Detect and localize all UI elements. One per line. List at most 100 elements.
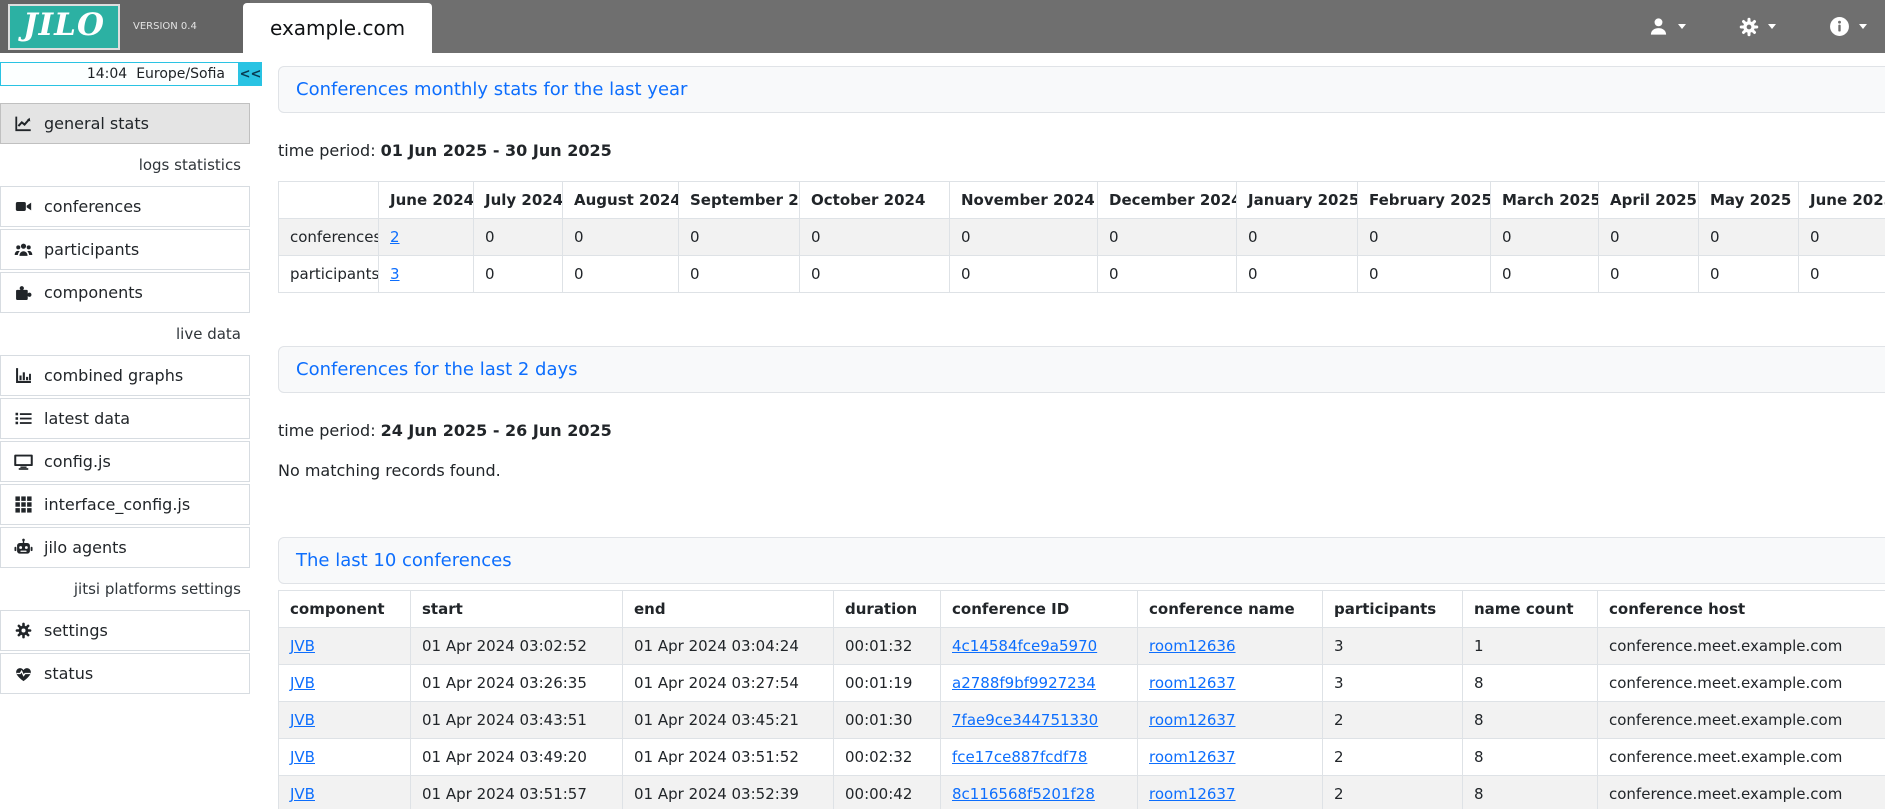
last-conferences-table: componentstartenddurationconference IDco… [278,590,1885,809]
sidebar-item-label: general stats [44,114,149,133]
link-jvb[interactable]: JVB [290,637,315,655]
cell-duration: 00:01:32 [834,628,941,665]
cell-row-label: participants [279,256,379,293]
sidebar-item-settings[interactable]: settings [0,610,250,651]
table-row: participants3000000000000 [279,256,1885,293]
card-title-last-2-days[interactable]: Conferences for the last 2 days [278,346,1885,393]
col-march-2025: March 2025 [1491,182,1599,219]
cell-name-count: 1 [1463,628,1598,665]
table-header-row: componentstartenddurationconference IDco… [279,591,1885,628]
link-jvb[interactable]: JVB [290,748,315,766]
cell-conference-id: 8c116568f5201f28 [941,776,1138,809]
col-july-2024: July 2024 [474,182,563,219]
cell-end: 01 Apr 2024 03:27:54 [623,665,834,702]
link-room12636[interactable]: room12636 [1149,637,1236,655]
cell-november-2024: 0 [950,219,1098,256]
link-3[interactable]: 3 [390,265,400,283]
sidebar-item-interface-config-js[interactable]: interface_config.js [0,484,250,525]
sidebar-item-config-js[interactable]: config.js [0,441,250,482]
time-period-value: 24 Jun 2025 - 26 Jun 2025 [381,421,612,440]
sidebar-item-label: settings [44,621,108,640]
sidebar-item-label: combined graphs [44,366,183,385]
link-jvb[interactable]: JVB [290,785,315,803]
sidebar-item-components[interactable]: components [0,272,250,313]
table-row: JVB01 Apr 2024 03:49:2001 Apr 2024 03:51… [279,739,1885,776]
cell-april-2025: 0 [1599,219,1699,256]
platform-tab[interactable]: example.com [243,3,432,53]
col-may-2025: May 2025 [1699,182,1799,219]
cell-june-2025: 0 [1799,219,1885,256]
sidebar-item-latest-data[interactable]: latest data [0,398,250,439]
cell-conference-host: conference.meet.example.com [1598,702,1885,739]
sidebar-item-participants[interactable]: participants [0,229,250,270]
cell-component: JVB [279,739,411,776]
sidebar-item-label: participants [44,240,139,259]
col-august-2024: August 2024 [563,182,679,219]
cell-duration: 00:02:32 [834,739,941,776]
cell-component: JVB [279,776,411,809]
link-room12637[interactable]: room12637 [1149,674,1236,692]
cell-conference-host: conference.meet.example.com [1598,665,1885,702]
card-title-last-10-conferences[interactable]: The last 10 conferences [278,537,1885,584]
time-period-label: time period: [278,421,376,440]
user-menu-button[interactable] [1648,16,1686,37]
link-jvb[interactable]: JVB [290,711,315,729]
cell-duration: 00:01:19 [834,665,941,702]
link-4c14584fce9a5970[interactable]: 4c14584fce9a5970 [952,637,1097,655]
cell-conference-name: room12637 [1138,665,1323,702]
col-end: end [623,591,834,628]
col-june-2025: June 2025 [1799,182,1885,219]
link-room12637[interactable]: room12637 [1149,748,1236,766]
link-8c116568f5201f28[interactable]: 8c116568f5201f28 [952,785,1095,803]
cell-conference-name: room12637 [1138,776,1323,809]
cell-july-2024: 0 [474,219,563,256]
app-logo[interactable]: JILO [8,4,120,50]
cell-start: 01 Apr 2024 03:51:57 [411,776,623,809]
link-a2788f9bf9927234[interactable]: a2788f9bf9927234 [952,674,1096,692]
info-menu-button[interactable] [1829,16,1867,37]
cell-january-2025: 0 [1237,256,1358,293]
sidebar-item-status[interactable]: status [0,653,250,694]
col-january-2025: January 2025 [1237,182,1358,219]
time-period-monthly: time period:01 Jun 2025 - 30 Jun 2025 [278,141,1885,160]
cell-conference-name: room12637 [1138,702,1323,739]
chart-column-icon [13,367,33,384]
sidebar-item-label: status [44,664,93,683]
cell-july-2024: 0 [474,256,563,293]
clock-time: 14:04 [87,66,127,82]
cell-september-2024: 0 [679,219,800,256]
cell-end: 01 Apr 2024 03:52:39 [623,776,834,809]
cell-may-2025: 0 [1699,256,1799,293]
card-title-monthly-stats[interactable]: Conferences monthly stats for the last y… [278,66,1885,113]
col-september-2024: September 2024 [679,182,800,219]
sidebar-item-general-stats[interactable]: general stats [0,103,250,144]
table-row: JVB01 Apr 2024 03:02:5201 Apr 2024 03:04… [279,628,1885,665]
cell-conference-id: fce17ce887fcdf78 [941,739,1138,776]
link-7fae9ce344751330[interactable]: 7fae9ce344751330 [952,711,1098,729]
cell-conference-id: 4c14584fce9a5970 [941,628,1138,665]
sidebar-item-conferences[interactable]: conferences [0,186,250,227]
sidebar-section-jitsi-platforms-settings: jitsi platforms settings [0,570,250,608]
sidebar-section-live-data: live data [0,315,250,353]
col-february-2025: February 2025 [1358,182,1491,219]
grid-icon [13,496,33,513]
cell-conference-name: room12636 [1138,628,1323,665]
users-icon [13,240,33,259]
chevron-down-icon [1678,24,1686,29]
sidebar-item-jilo-agents[interactable]: jilo agents [0,527,250,568]
link-room12637[interactable]: room12637 [1149,785,1236,803]
sidebar-item-combined-graphs[interactable]: combined graphs [0,355,250,396]
info-icon [1829,16,1850,37]
link-jvb[interactable]: JVB [290,674,315,692]
link-room12637[interactable]: room12637 [1149,711,1236,729]
cell-october-2024: 0 [800,256,950,293]
sidebar-item-label: components [44,283,143,302]
settings-menu-button[interactable] [1739,17,1776,37]
table-row: JVB01 Apr 2024 03:26:3501 Apr 2024 03:27… [279,665,1885,702]
card-title-text: Conferences monthly stats for the last y… [296,79,687,100]
cell-component: JVB [279,702,411,739]
col-duration: duration [834,591,941,628]
link-fce17ce887fcdf78[interactable]: fce17ce887fcdf78 [952,748,1087,766]
cell-january-2025: 0 [1237,219,1358,256]
link-2[interactable]: 2 [390,228,400,246]
